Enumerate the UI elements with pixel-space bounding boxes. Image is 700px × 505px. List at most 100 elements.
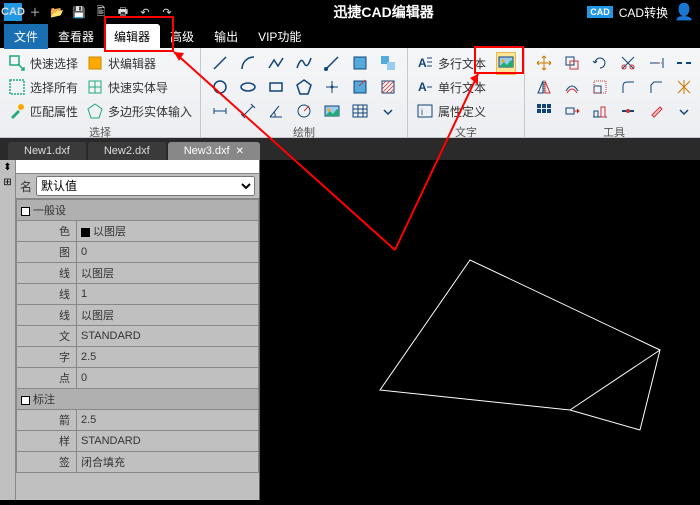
polygon-entity-input-button[interactable]: 多边形实体输入 bbox=[86, 100, 192, 122]
ribbon-group-text: A多行文本 A单行文本 i属性定义 文字 bbox=[408, 48, 525, 137]
prop-value[interactable]: 2.5 bbox=[77, 410, 259, 431]
ellipse-icon[interactable] bbox=[237, 76, 259, 98]
quick-entity-nav-button[interactable]: 快速实体导 bbox=[86, 76, 192, 98]
name-label: 名 bbox=[20, 178, 32, 195]
dim-aligned-icon[interactable] bbox=[237, 100, 259, 122]
explode-icon[interactable] bbox=[673, 76, 695, 98]
svg-text:A: A bbox=[418, 56, 427, 70]
polyline-icon[interactable] bbox=[265, 52, 287, 74]
prop-group[interactable]: 标注 bbox=[17, 389, 259, 410]
tab-output[interactable]: 输出 bbox=[204, 24, 248, 49]
tab-file[interactable]: 文件 bbox=[4, 24, 48, 49]
dim-radius-icon[interactable] bbox=[293, 100, 315, 122]
app-logo-icon[interactable]: CAD bbox=[4, 3, 22, 21]
singleline-text-button[interactable]: A单行文本 bbox=[416, 76, 516, 98]
save-pdf-icon[interactable]: 🖺 bbox=[92, 3, 110, 21]
scale-icon[interactable] bbox=[589, 76, 611, 98]
print-icon[interactable]: 🖶 bbox=[114, 3, 132, 21]
select-all-button[interactable]: 选择所有 bbox=[8, 76, 78, 98]
polygon-icon[interactable] bbox=[293, 76, 315, 98]
prop-value[interactable]: 以图层 bbox=[77, 305, 259, 326]
move-icon[interactable] bbox=[533, 52, 555, 74]
quick-access-toolbar: CAD ＋ 📂 💾 🖺 🖶 ↶ ↷ bbox=[0, 3, 180, 21]
panel-drag-handle[interactable] bbox=[16, 160, 259, 174]
join-icon[interactable] bbox=[617, 100, 639, 122]
close-icon[interactable]: ✕ bbox=[236, 146, 244, 157]
left-gutter: ⬍ ⊞ bbox=[0, 160, 16, 500]
drawing-canvas[interactable] bbox=[260, 160, 700, 500]
more-draw-icon[interactable] bbox=[377, 100, 399, 122]
mirror-icon[interactable] bbox=[533, 76, 555, 98]
make-block-icon[interactable] bbox=[377, 52, 399, 74]
doc-tab[interactable]: New3.dxf✕ bbox=[168, 142, 260, 160]
prop-value[interactable]: 2.5 bbox=[77, 347, 259, 368]
prop-key: 字 bbox=[17, 347, 77, 368]
redo-icon[interactable]: ↷ bbox=[158, 3, 176, 21]
prop-value[interactable]: 以图层 bbox=[77, 221, 259, 242]
align-icon[interactable] bbox=[589, 100, 611, 122]
edit-block-icon[interactable] bbox=[349, 76, 371, 98]
tab-editor[interactable]: 编辑器 bbox=[104, 24, 160, 49]
prop-key: 点 bbox=[17, 368, 77, 389]
cad-convert-button[interactable]: CAD转换 bbox=[619, 4, 668, 21]
block-editor-button[interactable]: 状编辑器 bbox=[86, 52, 192, 74]
dim-angular-icon[interactable] bbox=[265, 100, 287, 122]
svg-text:i: i bbox=[421, 107, 423, 117]
prop-value[interactable]: 0 bbox=[77, 368, 259, 389]
hatch-icon[interactable] bbox=[377, 76, 399, 98]
erase-icon[interactable] bbox=[645, 100, 667, 122]
image-icon[interactable] bbox=[321, 100, 343, 122]
more-tools-icon[interactable] bbox=[673, 100, 695, 122]
attribute-def-button[interactable]: i属性定义 bbox=[416, 100, 516, 122]
extend-icon[interactable] bbox=[645, 52, 667, 74]
open-icon[interactable]: 📂 bbox=[48, 3, 66, 21]
insert-image-icon[interactable] bbox=[496, 52, 516, 75]
array-icon[interactable] bbox=[533, 100, 555, 122]
prop-value[interactable]: STANDARD bbox=[77, 326, 259, 347]
spline-icon[interactable] bbox=[293, 52, 315, 74]
tab-advanced[interactable]: 高级 bbox=[160, 24, 204, 49]
ray-icon[interactable] bbox=[321, 52, 343, 74]
arc-icon[interactable] bbox=[237, 52, 259, 74]
tab-viewer[interactable]: 查看器 bbox=[48, 24, 104, 49]
prop-key: 线 bbox=[17, 305, 77, 326]
tab-vip[interactable]: VIP功能 bbox=[248, 24, 311, 49]
prop-group[interactable]: 一般设 bbox=[17, 200, 259, 221]
prop-value[interactable]: 以图层 bbox=[77, 263, 259, 284]
prop-key: 线 bbox=[17, 284, 77, 305]
insert-block-icon[interactable] bbox=[349, 52, 371, 74]
fillet-icon[interactable] bbox=[617, 76, 639, 98]
stretch-icon[interactable] bbox=[561, 100, 583, 122]
properties-grid: 一般设色以图层图0线以图层线1线以图层文STANDARD字2.5点0标注箭2.5… bbox=[16, 199, 259, 500]
prop-value[interactable]: 0 bbox=[77, 242, 259, 263]
chamfer-icon[interactable] bbox=[645, 76, 667, 98]
offset-icon[interactable] bbox=[561, 76, 583, 98]
new-icon[interactable]: ＋ bbox=[26, 3, 44, 21]
prop-value[interactable]: 闭合填充 bbox=[77, 452, 259, 473]
doc-tab[interactable]: New2.dxf bbox=[88, 142, 166, 160]
copy-icon[interactable] bbox=[561, 52, 583, 74]
rectangle-icon[interactable] bbox=[265, 76, 287, 98]
table-icon[interactable] bbox=[349, 100, 371, 122]
match-props-button[interactable]: 匹配属性 bbox=[8, 100, 78, 122]
point-icon[interactable] bbox=[321, 76, 343, 98]
ribbon-group-label: 选择 bbox=[8, 122, 192, 140]
doc-tab[interactable]: New1.dxf bbox=[8, 142, 86, 160]
gutter-tab[interactable]: ⊞ bbox=[0, 175, 15, 190]
trim-icon[interactable] bbox=[617, 52, 639, 74]
line-icon[interactable] bbox=[209, 52, 231, 74]
save-icon[interactable]: 💾 bbox=[70, 3, 88, 21]
circle-icon[interactable] bbox=[209, 76, 231, 98]
gutter-tab[interactable]: ⬍ bbox=[0, 160, 15, 175]
dim-linear-icon[interactable] bbox=[209, 100, 231, 122]
work-area: ⬍ ⊞ 名 默认值 一般设色以图层图0线以图层线1线以图层文STANDARD字2… bbox=[0, 160, 700, 500]
user-icon[interactable]: 👤 bbox=[674, 2, 694, 22]
break-icon[interactable] bbox=[673, 52, 695, 74]
prop-value[interactable]: 1 bbox=[77, 284, 259, 305]
undo-icon[interactable]: ↶ bbox=[136, 3, 154, 21]
prop-value[interactable]: STANDARD bbox=[77, 431, 259, 452]
rotate-icon[interactable] bbox=[589, 52, 611, 74]
quick-select-button[interactable]: 快速选择 bbox=[8, 52, 78, 74]
multiline-text-button[interactable]: A多行文本 bbox=[416, 52, 516, 74]
default-value-select[interactable]: 默认值 bbox=[36, 176, 255, 196]
